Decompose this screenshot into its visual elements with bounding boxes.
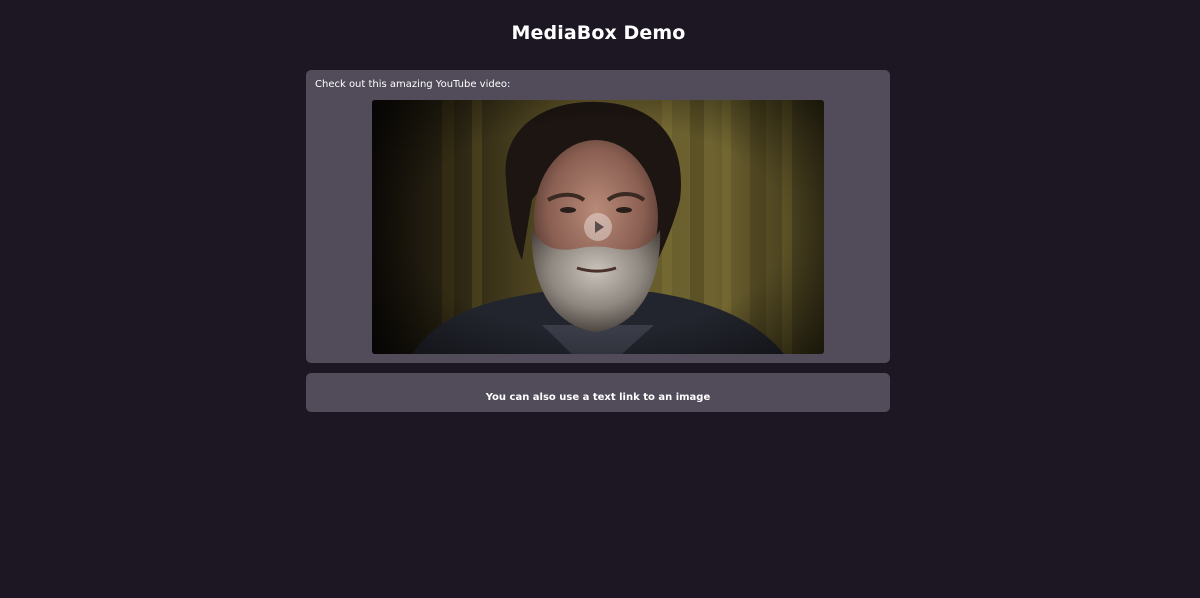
video-thumbnail[interactable] xyxy=(372,100,824,354)
link-card: You can also use a text link to an image xyxy=(306,373,890,412)
video-card: Check out this amazing YouTube video: xyxy=(306,70,890,363)
image-text-link[interactable]: You can also use a text link to an image xyxy=(306,392,890,403)
page: MediaBox Demo Check out this amazing You… xyxy=(0,0,1200,598)
play-icon[interactable] xyxy=(584,213,612,241)
page-title: MediaBox Demo xyxy=(511,22,686,44)
video-caption: Check out this amazing YouTube video: xyxy=(315,79,511,90)
